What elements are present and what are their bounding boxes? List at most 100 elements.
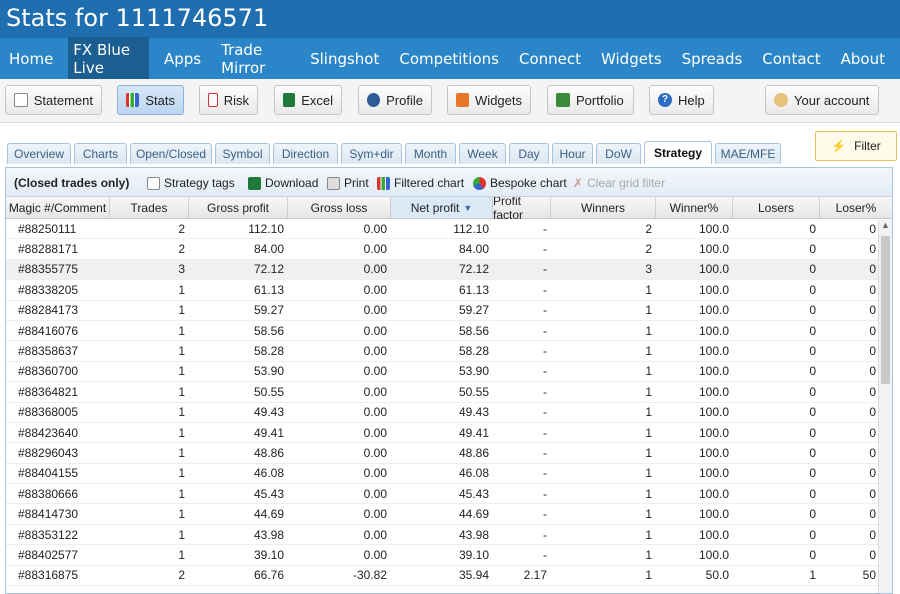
cell-winner-pct: 100.0 (698, 425, 729, 440)
cell-magic: #88284173 (18, 303, 79, 318)
table-row[interactable]: #88414730 1 44.69 0.00 44.69 - 1 100.0 0 0 (6, 504, 892, 525)
table-row[interactable]: #88423640 1 49.41 0.00 49.41 - 1 100.0 0 0 (6, 423, 892, 444)
col-net-profit-label: Net profit (410, 200, 460, 215)
cell-gross-profit: 58.56 (253, 323, 284, 338)
cell-losers: 0 (809, 547, 816, 562)
col-winner-pct[interactable]: Winner% (656, 197, 733, 218)
tab-dow[interactable]: DoW (596, 143, 641, 164)
nav-slingshot[interactable]: Slingshot (305, 46, 384, 72)
nav-contact[interactable]: Contact (757, 46, 825, 72)
cell-magic: #88423640 (18, 425, 79, 440)
cell-net-profit: 43.98 (458, 527, 489, 542)
statement-button[interactable]: Statement (5, 85, 102, 115)
cell-profit-factor: - (543, 242, 547, 257)
col-gross-loss[interactable]: Gross loss (288, 197, 391, 218)
cell-gross-profit: 66.76 (253, 568, 284, 583)
clear-grid-filter-button[interactable]: ✗ Clear grid filter (573, 176, 665, 190)
table-row[interactable]: #88404155 1 46.08 0.00 46.08 - 1 100.0 0 0 (6, 464, 892, 485)
cell-net-profit: 61.13 (458, 282, 489, 297)
nav-fx-blue-live[interactable]: FX Blue Live (68, 36, 149, 81)
tab-day[interactable]: Day (509, 143, 549, 164)
portfolio-button[interactable]: Portfolio (547, 85, 634, 115)
scroll-up-icon[interactable]: ▲ (879, 220, 892, 234)
print-button[interactable]: Print (327, 176, 369, 190)
table-row[interactable]: #88316875 2 66.76 -30.82 35.94 2.17 1 50.0 1 50 (6, 566, 892, 587)
nav-trade-mirror[interactable]: Trade Mirror (216, 37, 295, 81)
table-row[interactable]: #88360700 1 53.90 0.00 53.90 - 1 100.0 0 0 (6, 362, 892, 383)
col-trades[interactable]: Trades (110, 197, 189, 218)
chart-icon (377, 176, 390, 190)
cell-winners: 1 (645, 466, 652, 481)
help-button[interactable]: ? Help (649, 85, 714, 115)
nav-apps[interactable]: Apps (159, 46, 206, 72)
tab-overview[interactable]: Overview (7, 143, 71, 164)
tab-strategy[interactable]: Strategy (644, 141, 712, 164)
excel-button[interactable]: Excel (274, 85, 342, 115)
cell-winners: 1 (645, 568, 652, 583)
tab-symbol[interactable]: Symbol (215, 143, 270, 164)
nav-connect[interactable]: Connect (514, 46, 586, 72)
filter-button[interactable]: ⚡ Filter (815, 131, 897, 161)
table-row[interactable]: #88402577 1 39.10 0.00 39.10 - 1 100.0 0 0 (6, 545, 892, 566)
clear-filter-icon: ✗ (573, 176, 584, 190)
col-net-profit[interactable]: Net profit ▼ (391, 197, 493, 218)
tab-month[interactable]: Month (405, 143, 456, 164)
tab-week[interactable]: Week (459, 143, 506, 164)
tab-charts[interactable]: Charts (74, 143, 127, 164)
clear-filter-label: Clear grid filter (587, 176, 666, 190)
table-row[interactable]: #88380666 1 45.43 0.00 45.43 - 1 100.0 0 0 (6, 484, 892, 505)
table-row[interactable]: #88296043 1 48.86 0.00 48.86 - 1 100.0 0 0 (6, 443, 892, 464)
grid-scrollbar[interactable]: ▲ (878, 220, 892, 593)
table-row[interactable]: #88364821 1 50.55 0.00 50.55 - 1 100.0 0 0 (6, 382, 892, 403)
nav-spreads[interactable]: Spreads (677, 46, 748, 72)
your-account-button[interactable]: Your account (765, 85, 879, 115)
tab-open-closed[interactable]: Open/Closed (130, 143, 212, 164)
nav-home[interactable]: Home (4, 46, 58, 72)
col-magic[interactable]: Magic #/Comment (6, 197, 110, 218)
col-loser-pct[interactable]: Loser% (820, 197, 892, 218)
cell-loser-pct: 0 (869, 364, 876, 379)
account-icon (774, 93, 788, 107)
profile-button[interactable]: Profile (358, 85, 432, 115)
table-row[interactable]: #88368005 1 49.43 0.00 49.43 - 1 100.0 0 0 (6, 403, 892, 423)
col-gross-profit[interactable]: Gross profit (189, 197, 288, 218)
table-row[interactable]: #88358637 1 58.28 0.00 58.28 - 1 100.0 0 0 (6, 341, 892, 362)
col-losers[interactable]: Losers (733, 197, 820, 218)
tab-mae-mfe[interactable]: MAE/MFE (715, 143, 781, 164)
table-row[interactable]: #88284173 1 59.27 0.00 59.27 - 1 100.0 0 0 (6, 301, 892, 321)
col-profit-factor[interactable]: Profit factor (493, 194, 551, 222)
table-row[interactable]: #88353122 1 43.98 0.00 43.98 - 1 100.0 0 0 (6, 525, 892, 546)
risk-button[interactable]: Risk (199, 85, 258, 115)
widgets-button[interactable]: Widgets (447, 85, 531, 115)
table-row[interactable]: #88338205 1 61.13 0.00 61.13 - 1 100.0 0 0 (6, 280, 892, 301)
cell-gross-profit: 53.90 (253, 364, 284, 379)
cell-profit-factor: - (543, 303, 547, 318)
table-row[interactable]: #88416076 1 58.56 0.00 58.56 - 1 100.0 0 0 (6, 321, 892, 342)
table-row[interactable]: #88288171 2 84.00 0.00 84.00 - 2 100.0 0 0 (6, 239, 892, 260)
stats-button[interactable]: Stats (117, 85, 184, 115)
nav-widgets[interactable]: Widgets (596, 46, 667, 72)
strategy-tags-button[interactable]: Strategy tags (147, 176, 235, 190)
nav-about[interactable]: About (836, 46, 890, 72)
table-row[interactable]: #88355775 3 72.12 0.00 72.12 - 3 100.0 0 0 (6, 259, 892, 281)
col-winners[interactable]: Winners (551, 197, 656, 218)
cell-losers: 0 (809, 262, 816, 277)
tab-sym-dir[interactable]: Sym+dir (341, 143, 402, 164)
nav-competitions[interactable]: Competitions (394, 46, 504, 72)
cell-profit-factor: - (543, 344, 547, 359)
download-icon (248, 176, 261, 190)
statement-icon (14, 93, 28, 107)
download-button[interactable]: Download (248, 176, 318, 190)
cell-winner-pct: 100.0 (698, 486, 729, 501)
cell-net-profit: 58.28 (458, 344, 489, 359)
tab-hour[interactable]: Hour (552, 143, 593, 164)
cell-gross-profit: 48.86 (253, 445, 284, 460)
filtered-chart-button[interactable]: Filtered chart (377, 176, 464, 190)
filtered-chart-label: Filtered chart (394, 176, 465, 190)
table-row[interactable]: #88250111 2 112.10 0.00 112.10 - 2 100.0 0 0 (6, 219, 892, 240)
scroll-thumb[interactable] (881, 236, 890, 384)
bespoke-chart-button[interactable]: Bespoke chart (473, 176, 567, 190)
cell-winners: 1 (645, 486, 652, 501)
tab-direction[interactable]: Direction (273, 143, 338, 164)
printer-icon (327, 176, 340, 190)
